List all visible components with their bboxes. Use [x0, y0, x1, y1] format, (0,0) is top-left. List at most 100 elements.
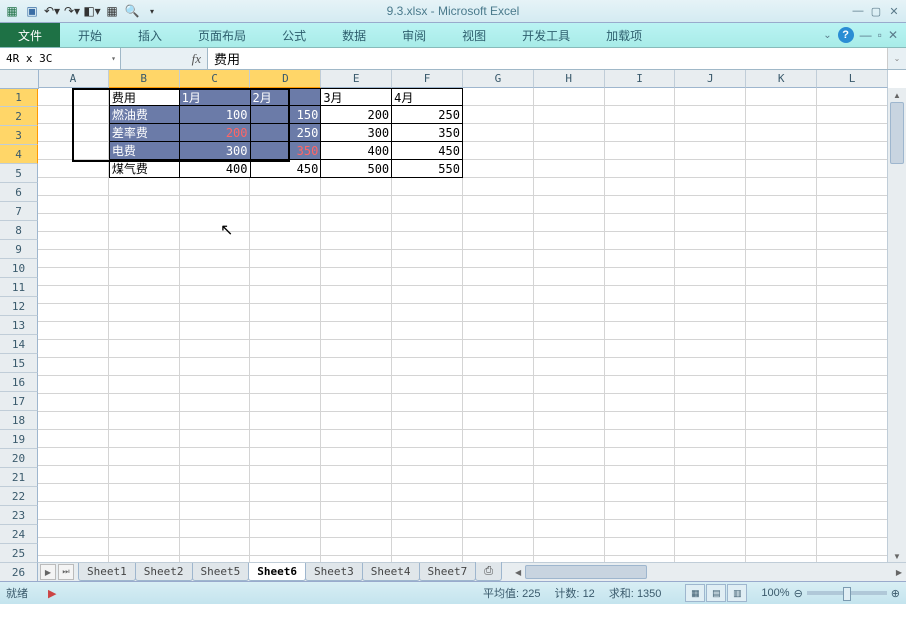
- view-layout-icon[interactable]: ▤: [706, 584, 726, 602]
- cell-B7[interactable]: [109, 196, 180, 214]
- fx-icon[interactable]: fx: [192, 51, 201, 67]
- cell-J19[interactable]: [675, 412, 746, 430]
- cell-A4[interactable]: [38, 142, 109, 160]
- cell-D17[interactable]: [250, 376, 321, 394]
- cell-A24[interactable]: [38, 502, 109, 520]
- cell-A20[interactable]: [38, 430, 109, 448]
- cell-K23[interactable]: [746, 484, 817, 502]
- cell-B16[interactable]: [109, 358, 180, 376]
- cell-I13[interactable]: [605, 304, 676, 322]
- cell-E21[interactable]: [321, 448, 392, 466]
- cell-D1[interactable]: 2月: [251, 88, 322, 106]
- cell-F9[interactable]: [392, 232, 463, 250]
- cell-H8[interactable]: [534, 214, 605, 232]
- cells-container[interactable]: 费用1月2月3月4月燃油费100150200250差率费200250300350…: [38, 88, 888, 563]
- col-header-C[interactable]: C: [180, 70, 251, 88]
- row-header-2[interactable]: 2: [0, 107, 38, 126]
- cell-C2[interactable]: 100: [180, 106, 251, 124]
- cell-J10[interactable]: [675, 250, 746, 268]
- cell-I21[interactable]: [605, 448, 676, 466]
- cell-D5[interactable]: 450: [251, 160, 322, 178]
- row-header-5[interactable]: 5: [0, 164, 38, 183]
- cell-K20[interactable]: [746, 430, 817, 448]
- cell-G1[interactable]: [463, 88, 534, 106]
- cell-L24[interactable]: [817, 502, 888, 520]
- close-button[interactable]: ✕: [886, 4, 902, 18]
- row-header-18[interactable]: 18: [0, 411, 38, 430]
- col-header-K[interactable]: K: [746, 70, 817, 88]
- cell-E1[interactable]: 3月: [321, 88, 392, 106]
- print-preview-icon[interactable]: 🔍: [124, 3, 140, 19]
- col-header-L[interactable]: L: [817, 70, 888, 88]
- row-header-21[interactable]: 21: [0, 468, 38, 487]
- row-header-25[interactable]: 25: [0, 544, 38, 563]
- col-header-A[interactable]: A: [38, 70, 109, 88]
- cell-D13[interactable]: [250, 304, 321, 322]
- cell-F10[interactable]: [392, 250, 463, 268]
- scroll-up-icon[interactable]: ▲: [888, 88, 906, 102]
- cell-I6[interactable]: [605, 178, 676, 196]
- cell-B8[interactable]: [109, 214, 180, 232]
- cell-J14[interactable]: [675, 322, 746, 340]
- cell-H10[interactable]: [534, 250, 605, 268]
- cell-E23[interactable]: [321, 484, 392, 502]
- cell-E9[interactable]: [321, 232, 392, 250]
- cell-J2[interactable]: [675, 106, 746, 124]
- cell-F20[interactable]: [392, 430, 463, 448]
- cell-G25[interactable]: [463, 520, 534, 538]
- cell-J20[interactable]: [675, 430, 746, 448]
- cell-G14[interactable]: [463, 322, 534, 340]
- cell-K12[interactable]: [746, 286, 817, 304]
- cell-F15[interactable]: [392, 340, 463, 358]
- cell-J5[interactable]: [675, 160, 746, 178]
- row-header-7[interactable]: 7: [0, 202, 38, 221]
- sheet-nav-next-icon[interactable]: ▶: [40, 564, 56, 580]
- cell-H7[interactable]: [534, 196, 605, 214]
- cell-B25[interactable]: [109, 520, 180, 538]
- cell-H2[interactable]: [534, 106, 605, 124]
- cell-L23[interactable]: [817, 484, 888, 502]
- col-header-J[interactable]: J: [675, 70, 746, 88]
- cell-L11[interactable]: [817, 268, 888, 286]
- cell-C17[interactable]: [180, 376, 251, 394]
- cell-G12[interactable]: [463, 286, 534, 304]
- formula-input[interactable]: 费用: [208, 48, 887, 69]
- cell-K9[interactable]: [746, 232, 817, 250]
- cell-J24[interactable]: [675, 502, 746, 520]
- cell-L13[interactable]: [817, 304, 888, 322]
- qat-btn-2[interactable]: ▦: [104, 3, 120, 19]
- cell-J12[interactable]: [675, 286, 746, 304]
- cell-B15[interactable]: [109, 340, 180, 358]
- cell-B3[interactable]: 差率费: [109, 124, 180, 142]
- workbook-minimize-icon[interactable]: ―: [860, 28, 872, 42]
- view-normal-icon[interactable]: ▦: [685, 584, 705, 602]
- cell-F11[interactable]: [392, 268, 463, 286]
- cell-D6[interactable]: [250, 178, 321, 196]
- cell-L12[interactable]: [817, 286, 888, 304]
- row-header-13[interactable]: 13: [0, 316, 38, 335]
- row-header-6[interactable]: 6: [0, 183, 38, 202]
- cell-B23[interactable]: [109, 484, 180, 502]
- cell-J16[interactable]: [675, 358, 746, 376]
- cell-H13[interactable]: [534, 304, 605, 322]
- cell-H21[interactable]: [534, 448, 605, 466]
- cell-F5[interactable]: 550: [392, 160, 463, 178]
- cell-F17[interactable]: [392, 376, 463, 394]
- cell-K26[interactable]: [746, 538, 817, 556]
- cell-H23[interactable]: [534, 484, 605, 502]
- sheet-tab-sheet6[interactable]: Sheet6: [248, 563, 306, 581]
- cell-G20[interactable]: [463, 430, 534, 448]
- cell-C11[interactable]: [180, 268, 251, 286]
- cell-I8[interactable]: [605, 214, 676, 232]
- cell-J7[interactable]: [675, 196, 746, 214]
- cell-H12[interactable]: [534, 286, 605, 304]
- cell-K7[interactable]: [746, 196, 817, 214]
- view-pagebreak-icon[interactable]: ▥: [727, 584, 747, 602]
- cell-G6[interactable]: [463, 178, 534, 196]
- cell-A12[interactable]: [38, 286, 109, 304]
- cell-I10[interactable]: [605, 250, 676, 268]
- cell-K19[interactable]: [746, 412, 817, 430]
- cell-D19[interactable]: [250, 412, 321, 430]
- cell-C8[interactable]: [180, 214, 251, 232]
- cell-L22[interactable]: [817, 466, 888, 484]
